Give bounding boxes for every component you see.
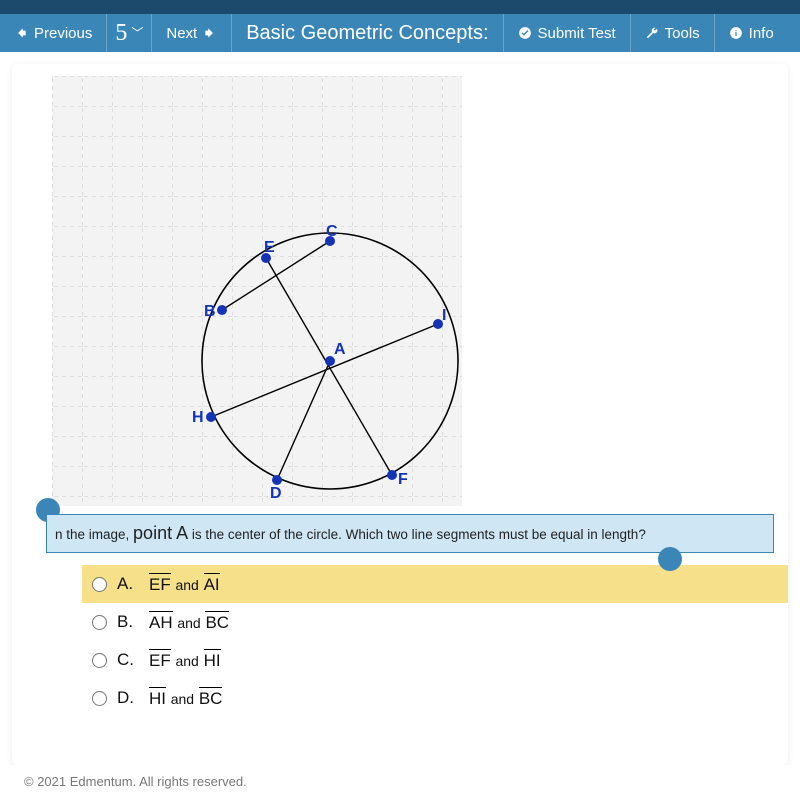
info-button[interactable]: i Info [715,14,788,52]
next-button[interactable]: Next [152,14,232,52]
answer-choices: A. EF and AI B. AH and BC [82,565,768,717]
next-label: Next [166,25,197,42]
question-suffix: is the center of the circle. Which two l… [188,527,646,542]
svg-text:F: F [398,471,408,488]
check-circle-icon [518,26,532,40]
footer-copyright: © 2021 Edmentum. All rights reserved. [0,765,800,801]
choice-d-letter: D. [117,688,139,708]
svg-text:A: A [334,341,346,358]
choice-c-seg2: HI [204,649,221,671]
geometry-figure: A B C D E F H I [52,76,462,506]
choice-a-seg2: AI [204,573,220,595]
figure-svg: A B C D E F H I [52,76,462,506]
choice-d-seg2: BC [199,687,223,709]
choice-c-seg1: EF [149,649,171,671]
choice-d-seg1: HI [149,687,166,709]
submit-label: Submit Test [538,25,616,42]
choice-b-conn: and [177,615,200,631]
top-toolbar: Previous 5 ﹀ Next Basic Geometric Concep… [0,14,800,52]
svg-text:B: B [204,303,216,320]
choice-b-letter: B. [117,612,139,632]
choice-a-conn: and [175,577,198,593]
svg-text:H: H [192,409,204,426]
choice-c-conn: and [175,653,198,669]
arrow-left-icon [14,26,28,40]
choice-d[interactable]: D. HI and BC [82,679,768,717]
lesson-title: Basic Geometric Concepts: [232,14,503,52]
choice-b-seg2: BC [205,611,229,633]
tools-button[interactable]: Tools [631,14,715,52]
choice-a-seg1: EF [149,573,171,595]
previous-button[interactable]: Previous [0,14,107,52]
choice-c-radio[interactable] [92,653,107,668]
choice-d-conn: and [171,691,194,707]
wrench-icon [645,26,659,40]
question-card: A B C D E F H I n the image, point A is … [12,64,788,765]
svg-text:E: E [264,239,275,256]
question-number-dropdown[interactable]: 5 ﹀ [107,14,152,52]
info-icon: i [729,26,743,40]
tools-label: Tools [665,25,700,42]
question-prefix: n the image, [55,527,133,542]
arrow-right-icon [203,26,217,40]
question-number: 5 [115,21,127,45]
choice-c-letter: C. [117,650,139,670]
svg-text:D: D [270,485,282,502]
choice-b-radio[interactable] [92,615,107,630]
choice-a-letter: A. [117,574,139,594]
choice-d-radio[interactable] [92,691,107,706]
svg-text:I: I [442,307,446,324]
selection-handle-end[interactable] [658,547,682,571]
choice-a[interactable]: A. EF and AI [82,565,788,603]
choice-b-seg1: AH [149,611,173,633]
choice-b[interactable]: B. AH and BC [82,603,768,641]
info-label: Info [749,25,774,42]
question-emphasis: point A [133,523,188,543]
chevron-down-icon: ﹀ [131,27,143,39]
question-text-wrap: n the image, point A is the center of th… [40,514,768,553]
choice-a-radio[interactable] [92,577,107,592]
previous-label: Previous [34,25,92,42]
choice-c[interactable]: C. EF and HI [82,641,768,679]
svg-text:C: C [326,223,338,240]
submit-test-button[interactable]: Submit Test [504,14,631,52]
